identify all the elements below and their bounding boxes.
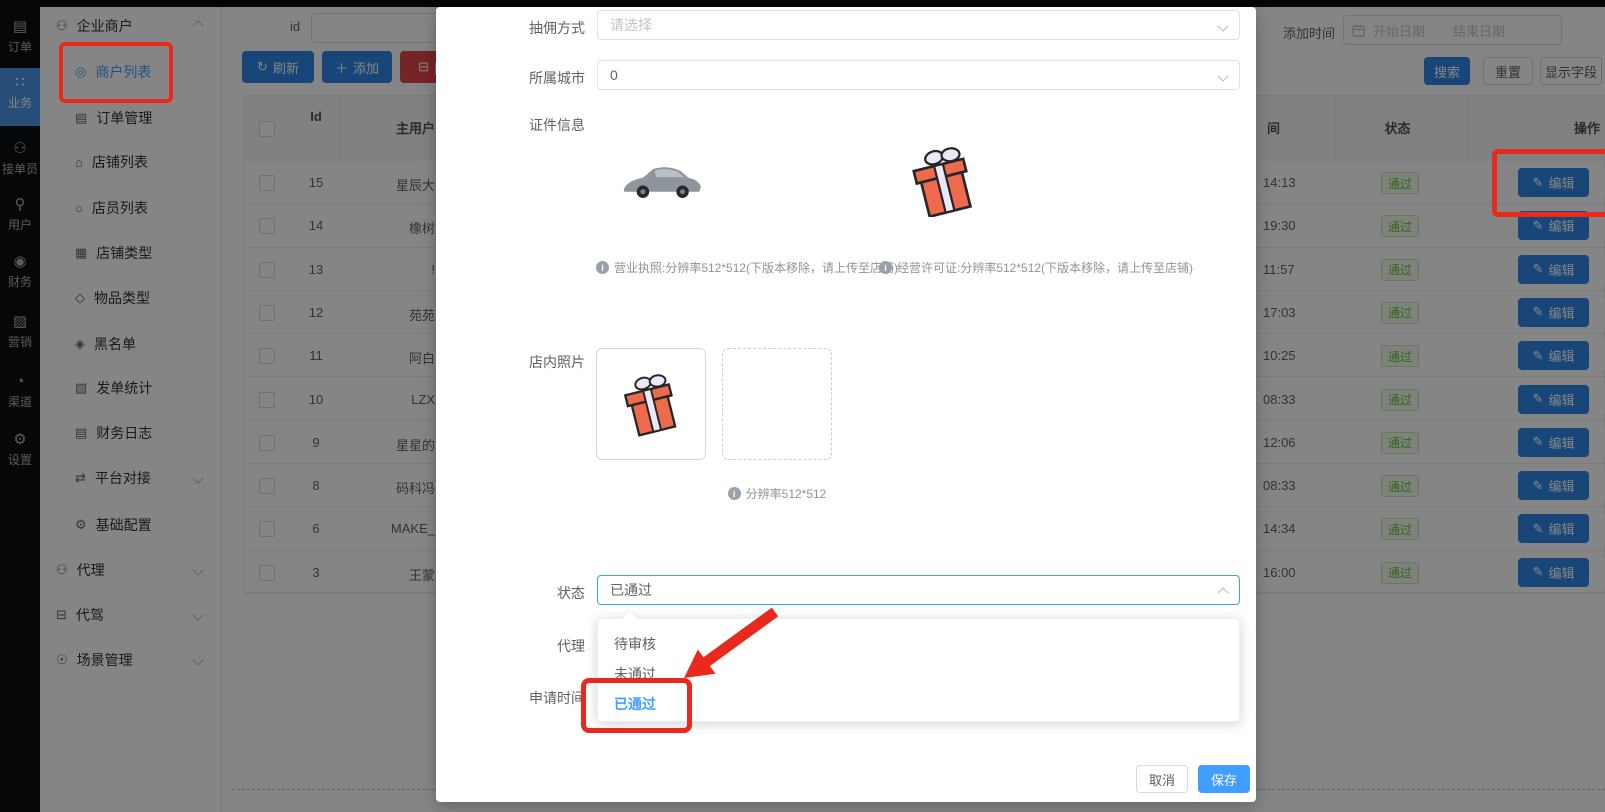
certificates-label: 证件信息	[436, 115, 585, 135]
top-bar	[0, 0, 1605, 7]
city-value: 0	[610, 67, 618, 83]
commission-label: 抽佣方式	[436, 18, 585, 38]
save-button[interactable]: 保存	[1198, 765, 1250, 793]
store-photos-label: 店内照片	[436, 352, 585, 372]
chevron-up-icon	[1217, 587, 1228, 598]
commission-select[interactable]: 请选择	[597, 10, 1240, 40]
store-photo-image	[618, 366, 684, 442]
agent-label: 代理	[436, 636, 585, 656]
photo-caption: i 分辨率512*512	[722, 485, 832, 502]
chevron-down-icon	[1217, 70, 1228, 81]
business-permit-image[interactable]	[904, 145, 982, 217]
chevron-down-icon	[1217, 20, 1228, 31]
store-photo-card[interactable]	[596, 348, 706, 460]
photo-caption-text: 分辨率512*512	[746, 485, 827, 502]
option-approved[interactable]: 已通过	[599, 689, 1239, 719]
commission-placeholder: 请选择	[610, 15, 652, 35]
info-icon: i	[728, 487, 741, 500]
status-select[interactable]: 已通过	[597, 575, 1240, 605]
info-icon: i	[596, 261, 609, 274]
status-dropdown: 待审核 未通过 已通过	[597, 618, 1240, 722]
status-label: 状态	[436, 583, 585, 603]
city-label: 所属城市	[436, 68, 585, 88]
license-caption-text: 营业执照:分辨率512*512(下版本移除，请上传至店铺)	[614, 259, 898, 276]
photo-upload-placeholder[interactable]	[722, 348, 832, 460]
status-value: 已通过	[610, 580, 652, 600]
option-rejected[interactable]: 未通过	[599, 659, 1239, 689]
option-pending[interactable]: 待审核	[599, 629, 1239, 659]
cancel-button[interactable]: 取消	[1136, 765, 1188, 793]
permit-caption-text: 经营许可证:分辨率512*512(下版本移除，请上传至店铺)	[897, 259, 1193, 276]
permit-caption: i 经营许可证:分辨率512*512(下版本移除，请上传至店铺)	[879, 259, 1193, 276]
business-license-image[interactable]	[618, 153, 706, 207]
city-select[interactable]: 0	[597, 60, 1240, 90]
license-caption: i 营业执照:分辨率512*512(下版本移除，请上传至店铺)	[596, 259, 898, 276]
apply-time-label: 申请时间	[436, 688, 585, 708]
info-icon: i	[879, 261, 892, 274]
